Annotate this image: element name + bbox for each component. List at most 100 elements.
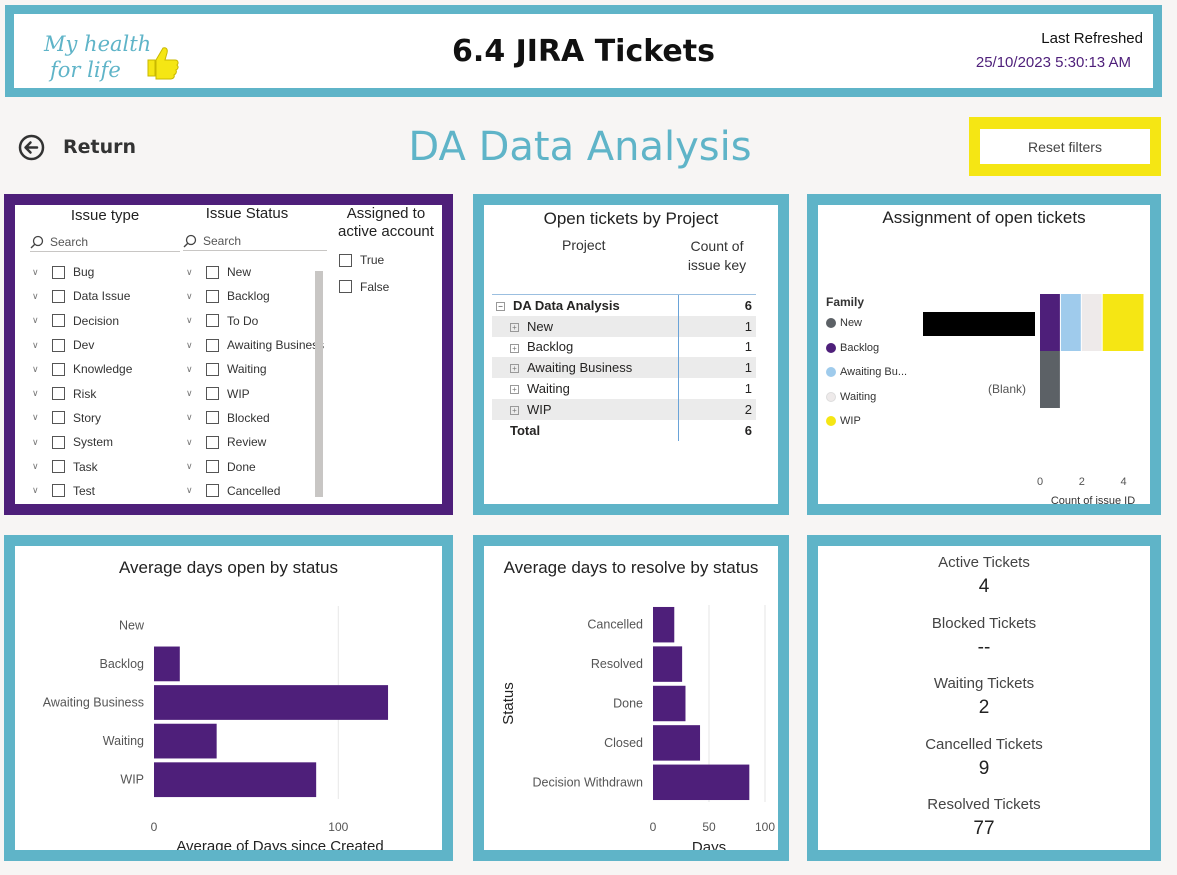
issue-type-item[interactable]: ∨ Test [32,479,182,503]
expand-icon[interactable]: + [510,322,519,332]
return-button[interactable]: Return [18,132,136,162]
expand-icon[interactable]: + [510,364,519,374]
checkbox[interactable] [206,460,219,474]
chevron-down-icon[interactable]: ∨ [186,388,200,399]
chevron-down-icon[interactable]: ∨ [32,291,46,302]
chevron-down-icon[interactable]: ∨ [32,315,46,326]
bar[interactable] [653,725,701,761]
checkbox[interactable] [52,265,65,279]
issue-status-item[interactable]: ∨ Cancelled [186,479,326,503]
checkbox[interactable] [52,435,65,449]
bar[interactable] [653,685,686,722]
issue-type-item[interactable]: ∨ Bug [32,260,182,284]
checkbox[interactable] [339,253,352,267]
checkbox[interactable] [52,338,65,352]
chevron-down-icon[interactable]: ∨ [32,364,46,375]
chevron-down-icon[interactable]: ∨ [32,267,46,278]
expand-icon[interactable]: + [510,343,519,353]
chevron-down-icon[interactable]: ∨ [32,437,46,448]
chart-title: Average days open by status [119,558,338,577]
chevron-down-icon[interactable]: ∨ [186,461,200,472]
stacked-bar-segment-waiting[interactable] [1081,294,1102,351]
chevron-down-icon[interactable]: ∨ [186,437,200,448]
issue-status-item[interactable]: ∨ Review [186,430,326,454]
stacked-bar-segment-awaitingbu[interactable] [1060,294,1081,351]
chevron-down-icon[interactable]: ∨ [186,412,200,423]
assigned-item-label: False [360,279,390,294]
checkbox[interactable] [206,484,219,498]
hidden-category-bar[interactable] [923,312,1035,336]
collapse-icon[interactable]: − [496,301,505,311]
checkbox[interactable] [206,314,219,328]
issue-status-item[interactable]: ∨ Blocked [186,406,326,430]
assigned-item[interactable]: True [339,247,429,274]
checkbox[interactable] [206,289,219,303]
x-axis-title: Count of issue ID [1051,495,1135,504]
checkbox[interactable] [52,387,65,401]
issue-type-item[interactable]: ∨ Dev [32,333,182,357]
expand-icon[interactable]: + [510,385,519,395]
chevron-down-icon[interactable]: ∨ [186,364,200,375]
checkbox[interactable] [52,362,65,376]
chevron-down-icon[interactable]: ∨ [32,485,46,496]
issue-status-item[interactable]: ∨ New [186,260,326,284]
expand-icon[interactable]: + [510,405,519,415]
chevron-down-icon[interactable]: ∨ [186,267,200,278]
bar[interactable] [154,646,180,682]
checkbox[interactable] [206,265,219,279]
issue-type-item[interactable]: ∨ Knowledge [32,357,182,381]
checkbox[interactable] [206,411,219,425]
chevron-down-icon[interactable]: ∨ [186,340,200,351]
bar[interactable] [154,723,217,759]
issue-status-item[interactable]: ∨ Waiting [186,357,326,381]
checkbox[interactable] [52,484,65,498]
issue-type-item[interactable]: ∨ System [32,430,182,454]
bar[interactable] [653,764,750,801]
bar[interactable] [154,685,389,720]
chevron-down-icon[interactable]: ∨ [32,461,46,472]
checkbox[interactable] [52,289,65,303]
chevron-down-icon[interactable]: ∨ [186,485,200,496]
checkbox[interactable] [206,362,219,376]
column-header-project[interactable]: Project [562,237,606,253]
checkbox[interactable] [206,338,219,352]
stacked-bar-segment-wip[interactable] [1102,294,1144,351]
checkbox[interactable] [206,387,219,401]
issue-status-item[interactable]: ∨ To Do [186,309,326,333]
reset-filters-button[interactable]: Reset filters [980,129,1150,164]
checkbox[interactable] [52,460,65,474]
checkbox[interactable] [206,435,219,449]
issue-type-item[interactable]: ∨ Data Issue [32,284,182,308]
issue-type-search[interactable]: Search [30,232,180,252]
stacked-bar-segment-new[interactable] [1040,351,1060,408]
chevron-down-icon[interactable]: ∨ [186,315,200,326]
issue-status-search[interactable]: Search [183,231,327,251]
issue-status-item[interactable]: ∨ Backlog [186,284,326,308]
checkbox[interactable] [339,280,352,294]
issue-status-item[interactable]: ∨ Awaiting Business [186,333,326,357]
chevron-down-icon[interactable]: ∨ [32,340,46,351]
project-matrix-table: − DA Data Analysis 6 + New 1 + Backlog 1 + Awaitin… [492,295,756,441]
column-header-count[interactable]: Count of issue key [684,237,750,275]
chevron-down-icon[interactable]: ∨ [32,412,46,423]
last-refreshed-value: 25/10/2023 5:30:13 AM [975,54,1131,71]
stacked-bar-segment-backlog[interactable] [1040,294,1060,351]
issue-type-item[interactable]: ∨ Risk [32,381,182,405]
issue-status-item[interactable]: ∨ WIP [186,381,326,405]
kpi-label: Resolved Tickets [927,796,1041,813]
issue-status-item[interactable]: ∨ Done [186,454,326,478]
issue-status-scrollbar[interactable] [315,271,323,497]
bar[interactable] [154,762,317,798]
x-tick-label: 100 [755,820,775,834]
checkbox[interactable] [52,314,65,328]
bar[interactable] [653,646,683,682]
checkbox[interactable] [52,411,65,425]
issue-type-item[interactable]: ∨ Decision [32,309,182,333]
assigned-item[interactable]: False [339,274,429,301]
bar[interactable] [653,606,675,643]
issue-type-item[interactable]: ∨ Story [32,406,182,430]
chevron-down-icon[interactable]: ∨ [186,291,200,302]
issue-type-item[interactable]: ∨ Task [32,454,182,478]
chevron-down-icon[interactable]: ∨ [32,388,46,399]
row-value: 1 [677,336,756,358]
